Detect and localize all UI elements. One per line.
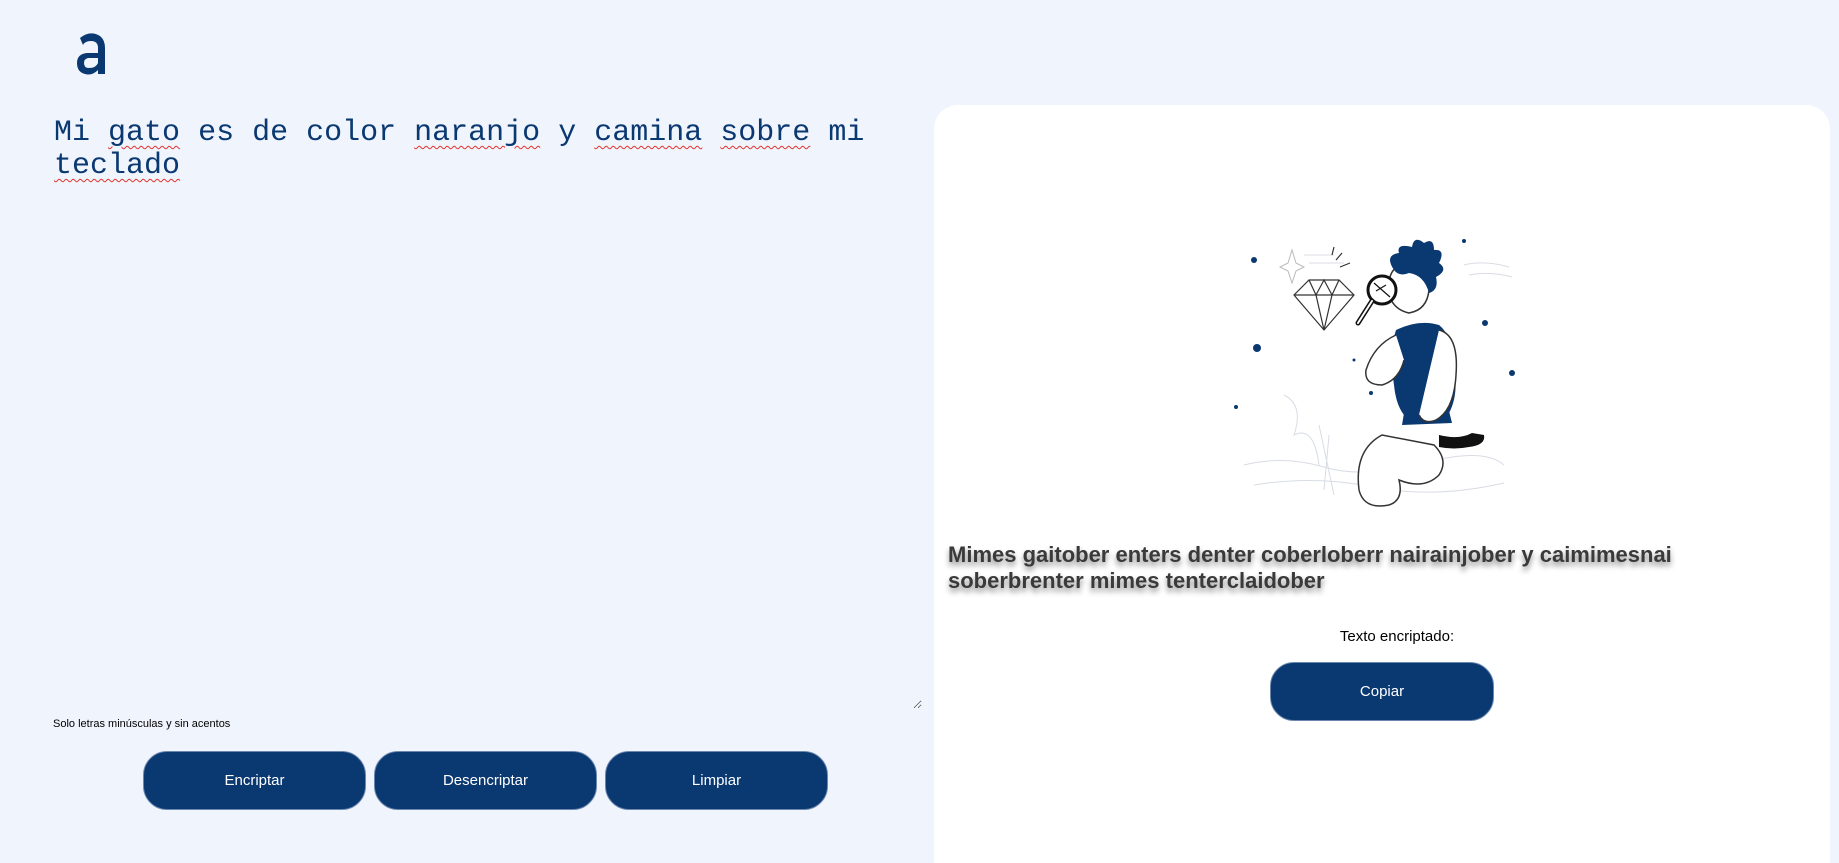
person-with-magnifier-illustration: [1224, 235, 1524, 525]
encrypted-result-text: Mimes gaitober enters denter coberloberr…: [948, 542, 1672, 593]
alura-logo-icon: [72, 28, 112, 78]
message-input[interactable]: Mi gato es de color naranjo y camina sob…: [42, 105, 922, 709]
input-hint: Solo letras minúsculas y sin acentos: [53, 718, 230, 730]
input-word: mi: [828, 116, 865, 150]
input-word: y: [558, 116, 577, 150]
message-input-wrapper: Mi gato es de color naranjo y camina sob…: [42, 105, 922, 709]
output-panel: Mimes gaitober enters denter coberloberr…: [934, 105, 1830, 863]
encrypt-button[interactable]: Encriptar: [143, 751, 366, 810]
input-word: naranjo: [414, 116, 541, 150]
hint-text: Solo letras minúsculas y sin acentos: [53, 718, 231, 730]
copy-button[interactable]: Copiar: [1270, 662, 1494, 721]
input-word: de: [252, 116, 289, 150]
input-word: es: [198, 116, 235, 150]
input-word: teclado: [54, 149, 181, 183]
action-buttons: Encriptar Desencriptar Limpiar: [143, 751, 828, 810]
input-word: Mi: [54, 116, 91, 150]
input-word: color: [306, 116, 397, 150]
decrypt-button[interactable]: Desencriptar: [374, 751, 597, 810]
encrypted-label: Texto encriptado:: [1339, 628, 1455, 645]
input-word: gato: [108, 116, 181, 150]
input-word: camina: [594, 116, 703, 150]
input-word: sobre: [720, 116, 811, 150]
clear-button[interactable]: Limpiar: [605, 751, 828, 810]
